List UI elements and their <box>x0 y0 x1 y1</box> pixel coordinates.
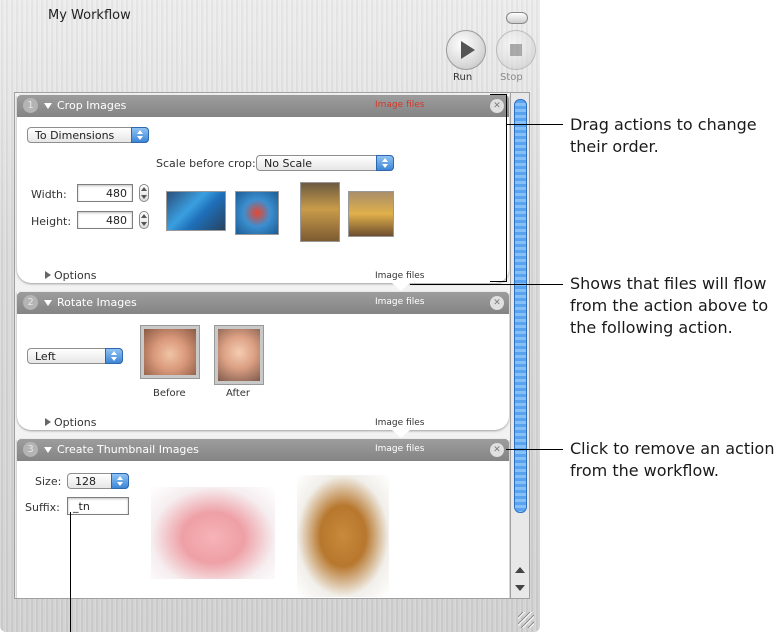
scale-label: Scale before crop: <box>156 157 256 170</box>
callout-line <box>70 512 71 632</box>
action-header[interactable]: 3 Create Thumbnail Images Image files ✕ <box>17 439 509 461</box>
after-photo <box>215 326 263 384</box>
popup-arrows-icon <box>131 127 149 143</box>
callout-bracket <box>490 94 507 95</box>
height-label: Height: <box>31 215 72 228</box>
scrollbar[interactable] <box>510 92 530 599</box>
stop-button[interactable] <box>496 30 536 70</box>
scale-value: No Scale <box>264 157 313 170</box>
stop-icon <box>510 44 522 56</box>
suffix-field[interactable]: _tn <box>67 497 129 515</box>
disclosure-triangle-icon[interactable] <box>44 300 52 306</box>
window-bottom-bar <box>0 598 540 632</box>
callout-bracket <box>490 281 507 282</box>
before-photo <box>141 326 199 378</box>
action-rotate-images[interactable]: 2 Rotate Images Image files ✕ Left Befor… <box>17 292 509 430</box>
action-number: 2 <box>23 295 38 310</box>
workflow-window: My Workflow Run Stop 1 Crop Images Image… <box>0 0 540 632</box>
crop-mode-value: To Dimensions <box>35 129 115 142</box>
height-stepper[interactable] <box>139 211 149 229</box>
rotate-direction-popup[interactable]: Left <box>27 348 123 364</box>
action-header[interactable]: 1 Crop Images Image files ✕ <box>17 95 509 117</box>
disclosure-right-icon <box>45 418 51 426</box>
window-title: My Workflow <box>48 8 131 23</box>
stop-label: Stop <box>500 72 523 83</box>
options-toggle[interactable]: Options <box>45 269 96 282</box>
crop-mode-popup[interactable]: To Dimensions <box>27 127 149 143</box>
run-label: Run <box>453 72 473 83</box>
options-toggle[interactable]: Options <box>45 416 96 429</box>
scale-popup[interactable]: No Scale <box>256 155 394 171</box>
flow-connector <box>392 283 410 291</box>
width-field[interactable]: 480 <box>77 184 133 202</box>
callout-flow: Shows that files will flow from the acti… <box>570 274 769 337</box>
scroll-thumb[interactable] <box>514 99 527 513</box>
callout-line <box>410 284 563 285</box>
remove-action-icon[interactable]: ✕ <box>490 99 504 113</box>
shark-photo <box>166 191 226 231</box>
flow-connector <box>392 430 410 438</box>
disclosure-triangle-icon[interactable] <box>44 447 52 453</box>
width-stepper[interactable] <box>139 184 149 202</box>
action-title: Create Thumbnail Images <box>57 443 199 456</box>
action-title: Rotate Images <box>57 296 137 309</box>
popup-arrows-icon <box>105 348 123 364</box>
before-caption: Before <box>153 388 186 399</box>
options-label: Options <box>54 269 97 282</box>
size-value: 128 <box>75 475 96 488</box>
piggy-bank-photo <box>151 487 275 579</box>
popup-arrows-icon <box>111 473 129 489</box>
disclosure-triangle-icon[interactable] <box>44 103 52 109</box>
run-button[interactable] <box>446 30 486 70</box>
scroll-up-icon[interactable] <box>515 567 525 573</box>
action-crop-images[interactable]: 1 Crop Images Image files ✕ To Dimension… <box>17 95 509 283</box>
size-popup[interactable]: 128 <box>67 473 129 489</box>
input-type-label: Image files <box>375 444 425 454</box>
callout-drag: Drag actions to change their order. <box>570 115 757 156</box>
callout-remove: Click to remove an action from the workf… <box>570 439 775 480</box>
resize-grip-icon[interactable] <box>518 612 534 628</box>
action-number: 3 <box>23 442 38 457</box>
after-caption: After <box>226 388 251 399</box>
shark-cropped-photo <box>235 191 279 235</box>
width-label: Width: <box>31 188 67 201</box>
remove-action-icon[interactable]: ✕ <box>490 443 504 457</box>
options-label: Options <box>54 416 97 429</box>
action-create-thumbnails[interactable]: 3 Create Thumbnail Images Image files ✕ … <box>17 439 509 598</box>
play-icon <box>461 41 475 59</box>
popup-arrows-icon <box>376 155 394 171</box>
size-label: Size: <box>35 475 62 488</box>
callout-bracket <box>506 94 507 282</box>
input-type-label: Image files <box>375 100 425 110</box>
toolbar-toggle-button[interactable] <box>506 12 528 24</box>
dog-photo <box>297 475 389 597</box>
action-title: Crop Images <box>57 99 127 112</box>
height-field[interactable]: 480 <box>77 211 133 229</box>
disclosure-right-icon <box>45 271 51 279</box>
output-type-label: Image files <box>375 418 425 428</box>
rotate-direction-value: Left <box>35 350 56 363</box>
woman-photo <box>300 182 340 242</box>
remove-action-icon[interactable]: ✕ <box>490 296 504 310</box>
woman-cropped-photo <box>348 191 394 237</box>
callout-line <box>506 449 563 450</box>
output-type-label: Image files <box>375 271 425 281</box>
suffix-label: Suffix: <box>25 501 60 514</box>
scroll-down-icon[interactable] <box>515 585 525 591</box>
workflow-area: 1 Crop Images Image files ✕ To Dimension… <box>14 92 514 599</box>
input-type-label: Image files <box>375 297 425 307</box>
callout-line <box>507 124 563 125</box>
action-header[interactable]: 2 Rotate Images Image files ✕ <box>17 292 509 314</box>
action-number: 1 <box>23 98 38 113</box>
